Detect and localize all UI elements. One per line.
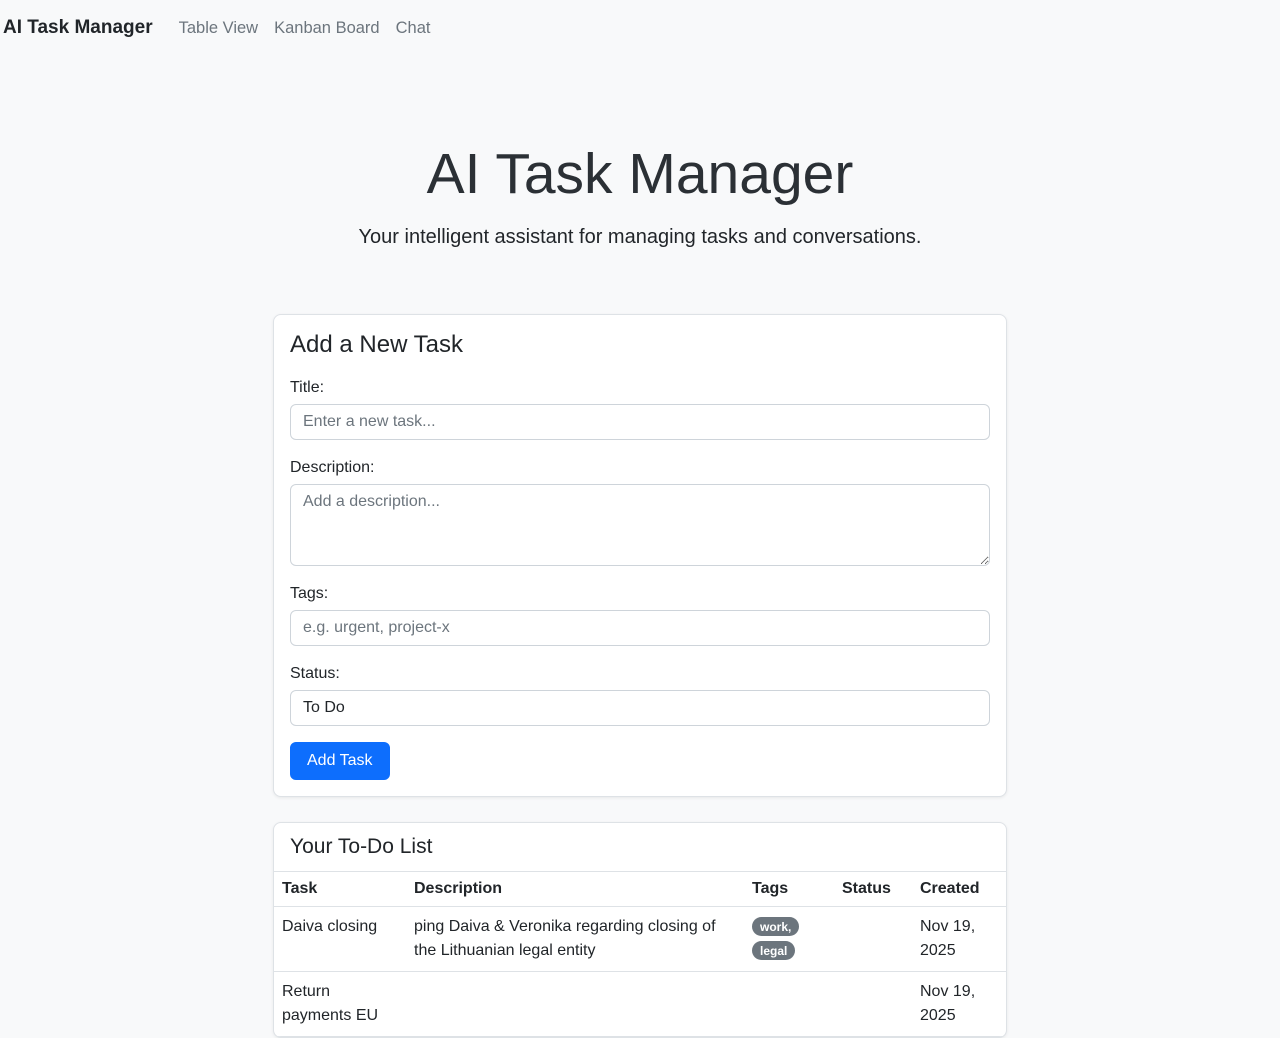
todo-list-header: Your To-Do List [274, 823, 1006, 872]
title-label: Title: [290, 376, 990, 400]
cell-created: Nov 19, 2025 [912, 907, 1006, 972]
cell-description: ping Daiva & Veronika regarding closing … [406, 907, 744, 972]
add-task-card: Add a New Task Title: Description: Tags:… [273, 314, 1007, 797]
tags-input[interactable] [290, 610, 990, 646]
tag-badge: work, [752, 917, 799, 936]
column-header-task: Task [274, 872, 406, 907]
navbar-brand[interactable]: AI Task Manager [3, 17, 153, 39]
add-task-heading: Add a New Task [290, 331, 990, 360]
table-row: Return payments EU Nov 19, 2025 [274, 972, 1006, 1037]
title-input[interactable] [290, 404, 990, 440]
column-header-tags: Tags [744, 872, 834, 907]
page-title: AI Task Manager [0, 140, 1280, 208]
cell-task: Return payments EU [274, 972, 406, 1037]
description-field-group: Description: [290, 456, 990, 566]
cell-tags [744, 972, 834, 1037]
nav-links: Table View Kanban Board Chat [179, 19, 431, 38]
column-header-created: Created [912, 872, 1006, 907]
status-label: Status: [290, 662, 990, 686]
tags-label: Tags: [290, 582, 990, 606]
tags-field-group: Tags: [290, 582, 990, 646]
todo-list-heading: Your To-Do List [290, 834, 990, 860]
page-subtitle: Your intelligent assistant for managing … [0, 222, 1280, 252]
description-label: Description: [290, 456, 990, 480]
cell-tags: work, legal [744, 907, 834, 972]
todo-table: Task Description Tags Status Created Dai… [274, 872, 1006, 1037]
main-column: Add a New Task Title: Description: Tags:… [273, 314, 1007, 1038]
column-header-description: Description [406, 872, 744, 907]
nav-link-chat[interactable]: Chat [396, 19, 431, 38]
todo-table-body: Daiva closingping Daiva & Veronika regar… [274, 907, 1006, 1037]
status-field-group: Status: To Do [290, 662, 990, 726]
nav-link-kanban-board[interactable]: Kanban Board [274, 19, 380, 38]
nav-link-table-view[interactable]: Table View [179, 19, 259, 38]
description-textarea[interactable] [290, 484, 990, 566]
title-field-group: Title: [290, 376, 990, 440]
table-row: Daiva closingping Daiva & Veronika regar… [274, 907, 1006, 972]
add-task-button[interactable]: Add Task [290, 742, 390, 780]
cell-task: Daiva closing [274, 907, 406, 972]
top-navbar: AI Task Manager Table View Kanban Board … [0, 0, 1280, 56]
hero-section: AI Task Manager Your intelligent assista… [0, 56, 1280, 252]
todo-list-card: Your To-Do List Task Description Tags St… [273, 822, 1007, 1038]
cell-status [834, 907, 912, 972]
cell-status [834, 972, 912, 1037]
tag-badge: legal [752, 941, 795, 960]
todo-table-header-row: Task Description Tags Status Created [274, 872, 1006, 907]
cell-created: Nov 19, 2025 [912, 972, 1006, 1037]
column-header-status: Status [834, 872, 912, 907]
cell-description [406, 972, 744, 1037]
status-select[interactable]: To Do [290, 690, 990, 726]
todo-table-head: Task Description Tags Status Created [274, 872, 1006, 907]
